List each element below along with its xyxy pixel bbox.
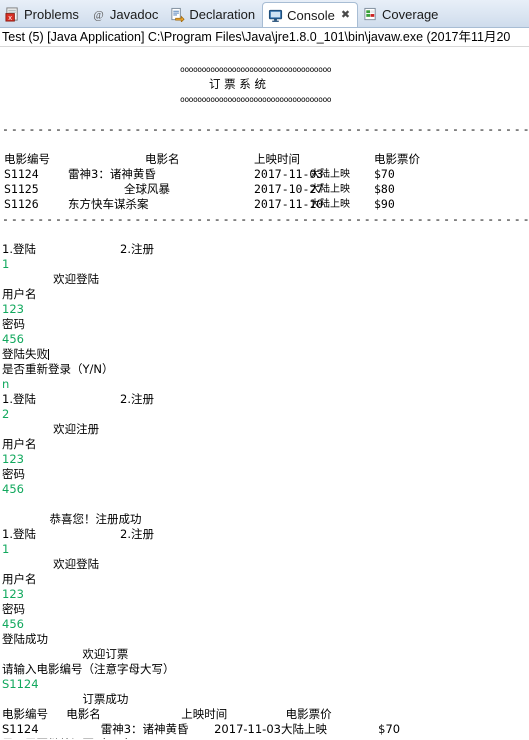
- console-output-line: 密码: [2, 467, 25, 481]
- problems-icon: x: [5, 6, 20, 22]
- separator-rule-top: ----------------------------------------…: [2, 122, 529, 136]
- session-log: 1.登陆 2.注册 1 欢迎登陆 用户名 123 密码 456 登陆失败 是否重新登录（Y/N…: [2, 242, 529, 739]
- text-caret: [48, 349, 49, 360]
- coverage-icon: [363, 7, 378, 22]
- console-input-line[interactable]: 2: [2, 407, 529, 422]
- tab-label: Declaration: [189, 6, 256, 22]
- tab-javadoc[interactable]: @ Javadoc: [86, 1, 165, 27]
- console-output-line: 欢迎登陆: [2, 272, 100, 286]
- tab-declaration[interactable]: Declaration: [165, 1, 262, 27]
- console-output-line: 欢迎注册: [2, 422, 100, 436]
- console-input-line[interactable]: 123: [2, 452, 529, 467]
- cell-release-note: 大陆上映: [310, 199, 350, 210]
- console-input-line[interactable]: 1: [2, 542, 529, 557]
- console-output-line: 1.登陆 2.注册: [2, 242, 155, 256]
- banner-title: 订 票 系 统: [209, 77, 266, 91]
- cell-price: $90: [374, 197, 395, 211]
- console-output-line: 电影编号 电影名 上映时间 电影票价: [2, 707, 332, 721]
- console-input-line[interactable]: 123: [2, 302, 529, 317]
- col-header-price: 电影票价: [374, 152, 420, 166]
- cell-movie-name: 东方快车谋杀案: [68, 197, 149, 211]
- console-output-line: 1.登陆 2.注册: [2, 527, 155, 541]
- console-input-line[interactable]: n: [2, 377, 529, 392]
- console-input-line[interactable]: 456: [2, 482, 529, 497]
- console-output-line: 密码: [2, 317, 25, 331]
- console-output-line: 密码: [2, 602, 25, 616]
- console-output-line: 登陆失败: [2, 347, 49, 361]
- console-output-line: 欢迎订票: [2, 647, 129, 661]
- tab-label: Console: [287, 7, 335, 23]
- tab-problems[interactable]: x Problems: [0, 1, 86, 27]
- declaration-icon: [170, 7, 185, 23]
- console-output-line: 请输入电影编号（注意字母大写）: [2, 662, 175, 676]
- console-output-line: S1124 雷神3：诸神黄昏 2017-11-03大陆上映 $70: [2, 722, 401, 736]
- table-row: S1126 东方快车谋杀案 2017-11-10 大陆上映 $90: [2, 197, 529, 212]
- console-output-line: 用户名: [2, 437, 37, 451]
- tab-label: Javadoc: [109, 6, 159, 22]
- cell-price: $70: [374, 167, 395, 181]
- tab-label: Coverage: [382, 6, 439, 22]
- cell-release-note: 大陆上映: [310, 184, 350, 195]
- console-output-line: 是否重新登录（Y/N）: [2, 362, 114, 376]
- console-output[interactable]: ooooooooooooooooooooooooooooooooooo 订 票 …: [0, 47, 529, 739]
- banner-bottom-rule: ooooooooooooooooooooooooooooooooooo: [180, 95, 332, 104]
- cell-movie-id: S1126: [4, 197, 39, 211]
- console-output-line: 1.登陆 2.注册: [2, 392, 155, 406]
- col-header-name: 电影名: [145, 152, 180, 166]
- console-output-line: 订票成功: [2, 692, 129, 706]
- console-output-line: 用户名: [2, 287, 37, 301]
- separator-rule-bottom: ----------------------------------------…: [2, 212, 529, 226]
- close-icon[interactable]: ✖: [341, 9, 350, 21]
- table-row: S1125 全球风暴 2017-10-27 大陆上映 $80: [2, 182, 529, 197]
- svg-text:@: @: [93, 9, 103, 21]
- console-input-line[interactable]: 456: [2, 332, 529, 347]
- cell-movie-name: 全球风暴: [124, 182, 170, 196]
- console-output-line: 恭喜您！注册成功: [2, 512, 142, 526]
- launch-configuration-line: Test (5) [Java Application] C:\Program F…: [0, 28, 529, 47]
- svg-text:x: x: [8, 13, 12, 22]
- col-header-date: 上映时间: [254, 152, 300, 166]
- console-input-line[interactable]: 456: [2, 617, 529, 632]
- tab-coverage[interactable]: Coverage: [358, 1, 445, 27]
- console-input-line[interactable]: S1124: [2, 677, 529, 692]
- view-tab-bar: x Problems @ Javadoc Declaration Console…: [0, 0, 529, 28]
- console-input-line[interactable]: 1: [2, 257, 529, 272]
- table-row: S1124 雷神3：诸神黄昏 2017-11-03 大陆上映 $70: [2, 167, 529, 182]
- cell-movie-id: S1125: [4, 182, 39, 196]
- movie-table: 电影编号 电影名 上映时间 电影票价 S1124 雷神3：诸神黄昏 2017-11-03 大陆…: [2, 152, 529, 212]
- console-output-line: 欢迎登陆: [2, 557, 100, 571]
- tab-label: Problems: [24, 6, 79, 22]
- cell-release-note: 大陆上映: [310, 169, 350, 180]
- console-output-line: 登陆成功: [2, 632, 48, 646]
- cell-movie-id: S1124: [4, 167, 39, 181]
- javadoc-icon: @: [91, 7, 106, 22]
- col-header-id: 电影编号: [4, 152, 50, 166]
- console-input-line[interactable]: 123: [2, 587, 529, 602]
- cell-price: $80: [374, 182, 395, 196]
- table-header-row: 电影编号 电影名 上映时间 电影票价: [2, 152, 529, 167]
- console-icon: [268, 8, 283, 23]
- console-output-line: 用户名: [2, 572, 37, 586]
- tab-console[interactable]: Console ✖: [262, 2, 359, 27]
- banner-top-rule: ooooooooooooooooooooooooooooooooooo: [180, 65, 332, 74]
- cell-movie-name: 雷神3：诸神黄昏: [68, 167, 156, 181]
- console-output-line: 是否需要继续订票（Y/N）: [2, 737, 529, 739]
